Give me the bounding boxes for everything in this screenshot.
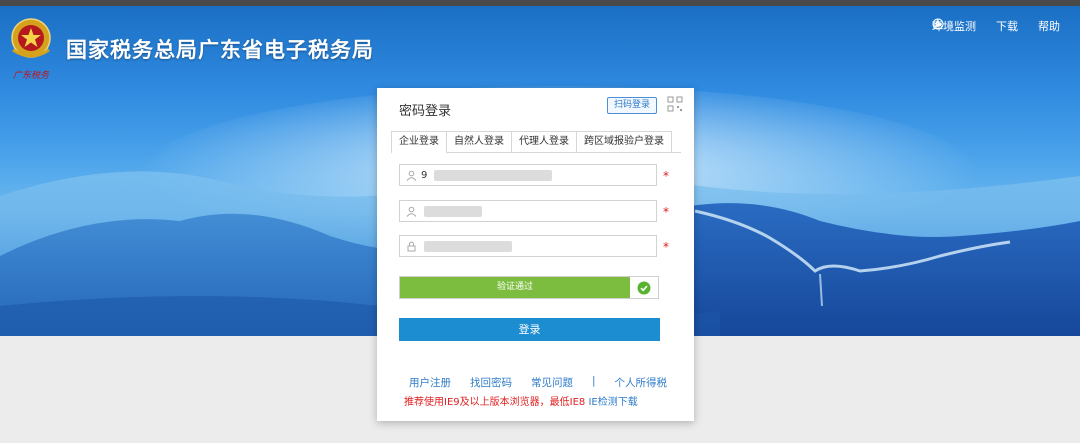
browser-notice-text: 推荐使用IE9及以上版本浏览器，最低IE8 xyxy=(404,397,586,408)
login-title: 密码登录 xyxy=(399,104,452,119)
emblem-icon: 广东税务 xyxy=(11,18,51,81)
browser-notice: 推荐使用IE9及以上版本浏览器，最低IE8 IE检测下载 xyxy=(404,393,638,408)
help-link[interactable]: ? 帮助 xyxy=(932,18,1060,34)
site-title: 国家税务总局广东省电子税务局 xyxy=(66,38,374,62)
verify-status-bar: 验证通过 xyxy=(400,277,630,298)
password-field[interactable] xyxy=(399,235,657,257)
tab-enterprise[interactable]: 企业登录 xyxy=(391,131,447,154)
login-button[interactable]: 登录 xyxy=(399,318,660,341)
top-links: 环境监测 下载 ? 帮助 xyxy=(932,18,1060,34)
taxpayer-id-field[interactable] xyxy=(399,164,657,186)
login-panel: 密码登录 扫码登录 企业登录 自然人登录 代理人登录 跨区域报验户登录 * * … xyxy=(377,88,694,421)
verify-check xyxy=(630,277,658,298)
required-mark: * xyxy=(663,205,669,219)
tax-emblem: 广东税务 xyxy=(6,14,56,82)
link-separator: | xyxy=(592,375,596,387)
redacted-mask xyxy=(424,206,482,217)
redacted-mask xyxy=(424,241,512,252)
login-type-tabs: 企业登录 自然人登录 代理人登录 跨区域报验户登录 xyxy=(391,131,681,154)
tab-agent[interactable]: 代理人登录 xyxy=(511,131,577,152)
user-icon xyxy=(406,206,417,217)
help-label: 帮助 xyxy=(1038,20,1060,33)
faq-link[interactable]: 常见问题 xyxy=(531,375,573,390)
lock-icon xyxy=(407,241,416,251)
username-field[interactable] xyxy=(399,200,657,222)
personal-income-tax-link[interactable]: 个人所得税 xyxy=(615,375,668,390)
emblem-caption: 广东税务 xyxy=(13,70,50,81)
qr-login-tab[interactable]: 扫码登录 xyxy=(607,97,658,114)
slider-verification[interactable]: 验证通过 xyxy=(399,276,659,299)
redacted-mask xyxy=(434,170,552,181)
ie-check-download-link[interactable]: IE检测下载 xyxy=(588,397,637,408)
required-mark: * xyxy=(663,240,669,254)
required-mark: * xyxy=(663,169,669,183)
user-icon xyxy=(406,170,417,181)
svg-text:?: ? xyxy=(936,21,940,29)
download-label: 下载 xyxy=(996,20,1018,33)
register-link[interactable]: 用户注册 xyxy=(409,375,451,390)
footer-links: 用户注册 找回密码 常见问题 | 个人所得税 xyxy=(409,375,667,390)
download-link[interactable]: 下载 xyxy=(933,18,1018,34)
recover-password-link[interactable]: 找回密码 xyxy=(470,375,512,390)
tab-individual[interactable]: 自然人登录 xyxy=(446,131,512,152)
check-circle-icon xyxy=(637,281,651,294)
tab-cross-region[interactable]: 跨区域报验户登录 xyxy=(576,131,672,152)
help-circle-icon: ? xyxy=(932,18,944,30)
qr-code-icon[interactable] xyxy=(667,96,683,112)
